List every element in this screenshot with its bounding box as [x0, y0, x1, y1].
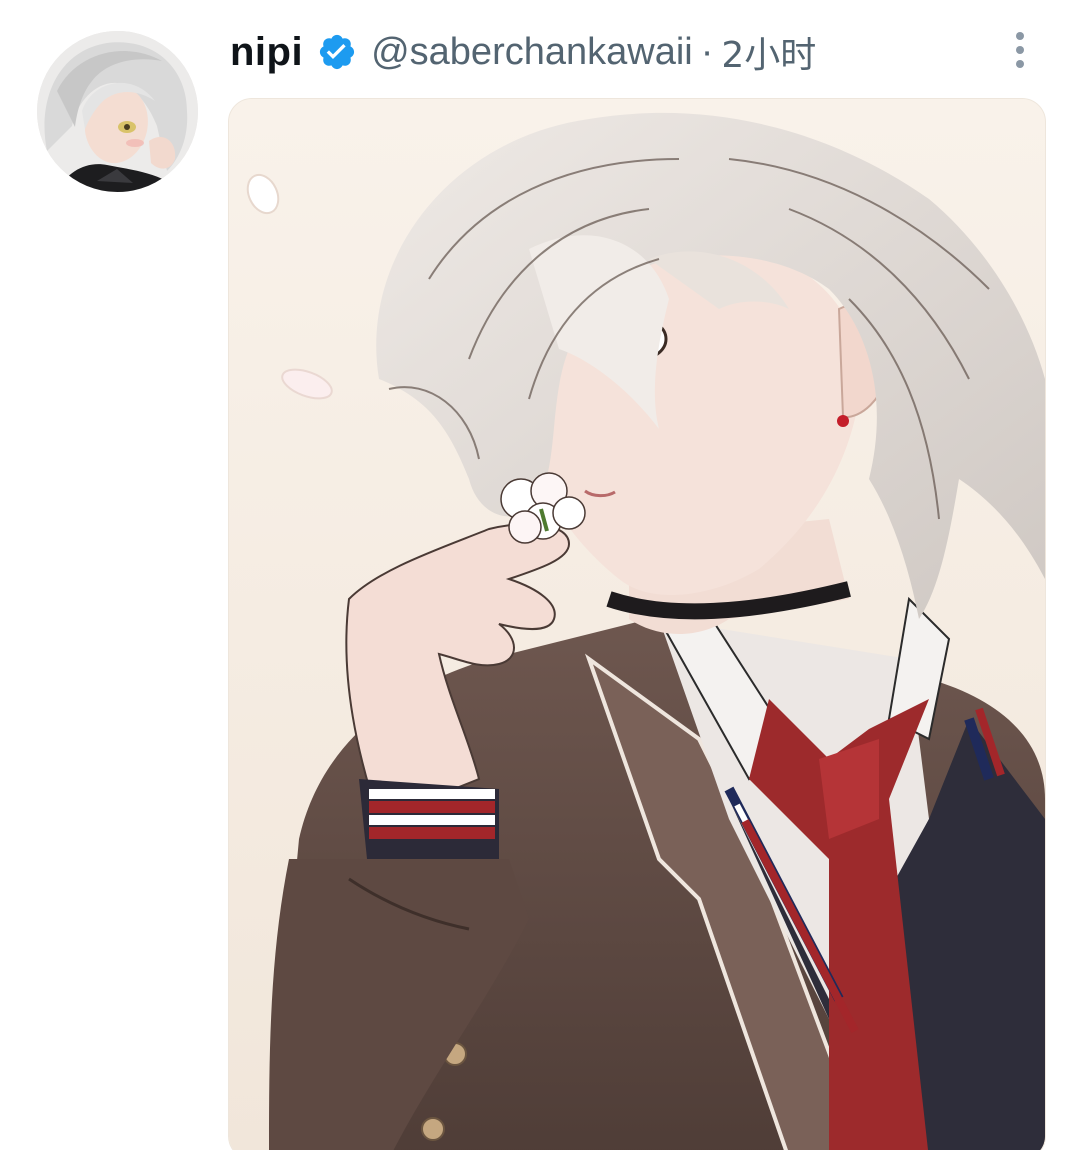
tweet: nipi @saberchankawaii · 2小时 — [0, 0, 1080, 1150]
tweet-header: nipi @saberchankawaii · 2小时 — [230, 22, 816, 82]
illustration — [229, 99, 1045, 1150]
more-options-button[interactable] — [1004, 28, 1036, 72]
more-vertical-icon — [1016, 32, 1024, 68]
user-handle[interactable]: @saberchankawaii — [371, 31, 693, 74]
timestamp[interactable]: 2小时 — [721, 26, 816, 78]
display-name[interactable]: nipi — [230, 30, 303, 75]
tweet-media-image[interactable] — [228, 98, 1046, 1150]
avatar-image — [37, 31, 198, 192]
avatar[interactable] — [37, 31, 198, 192]
verified-badge-icon — [317, 32, 357, 72]
separator-dot: · — [700, 30, 714, 73]
